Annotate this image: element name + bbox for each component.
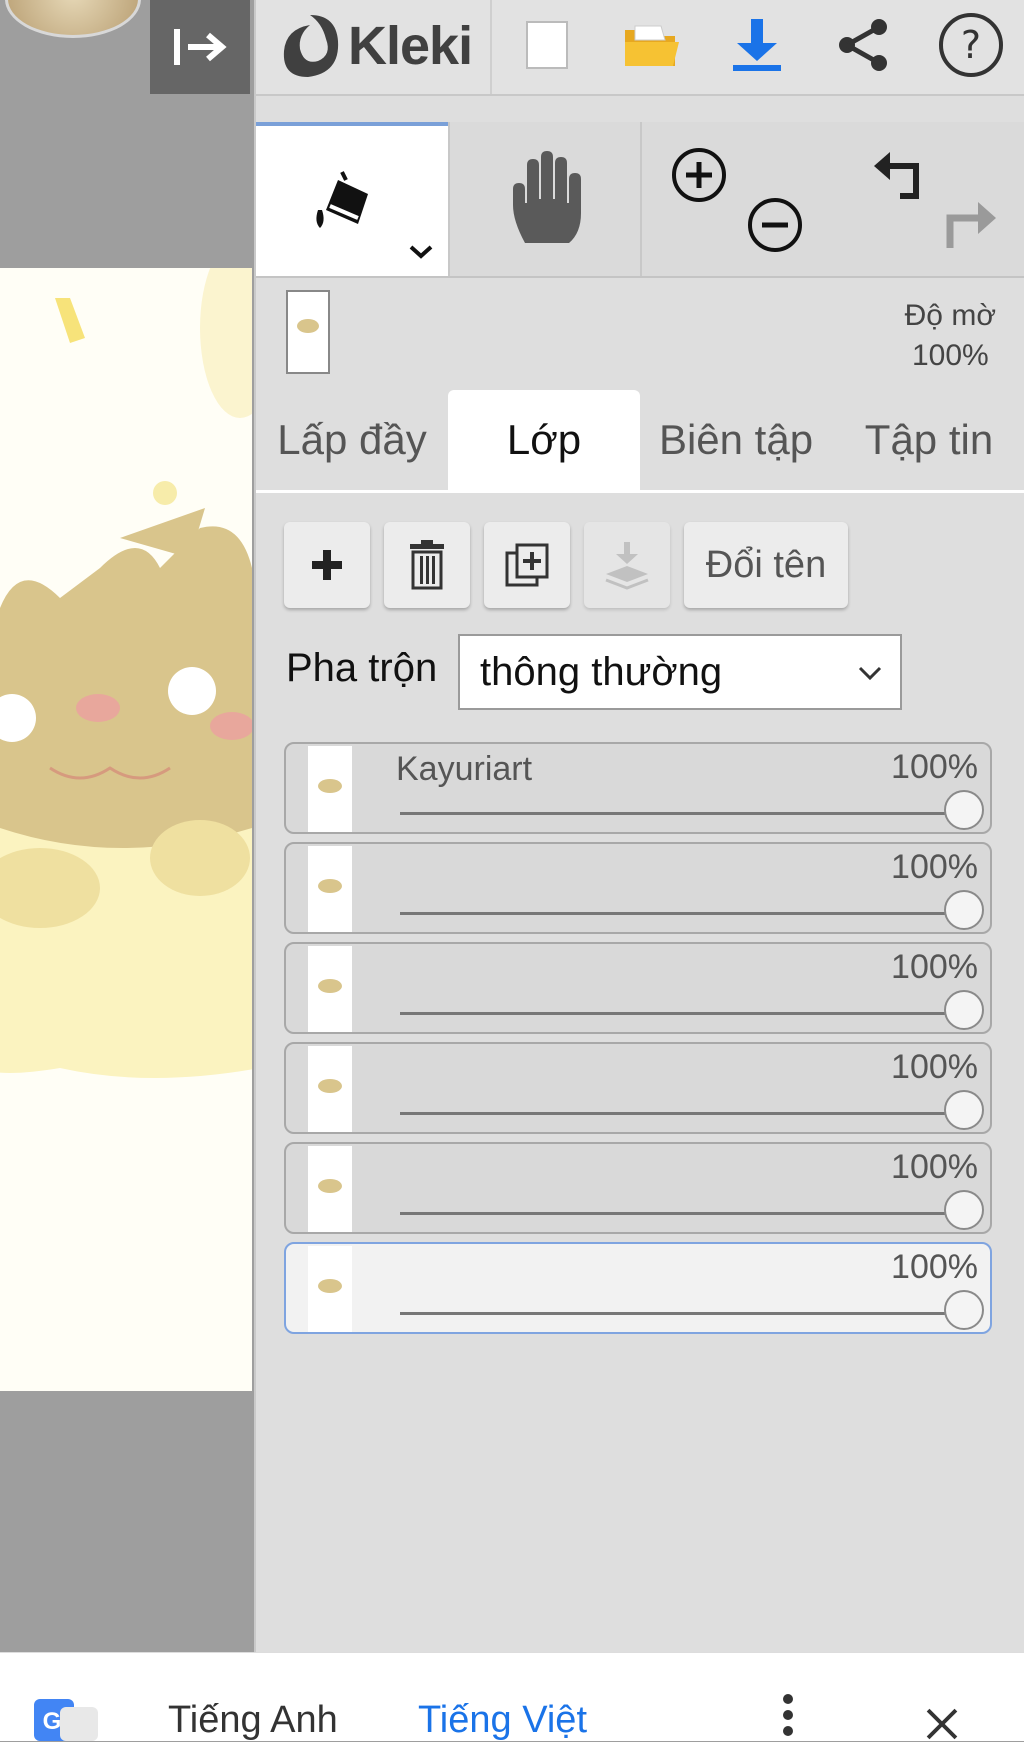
cat-artwork — [0, 268, 252, 1391]
layer-row[interactable]: 100% — [284, 1142, 992, 1234]
hand-icon — [513, 151, 581, 243]
opacity-value: 100% — [911, 339, 989, 372]
new-image-icon — [526, 21, 568, 69]
layer-row[interactable]: Kayuriart 100% — [284, 742, 992, 834]
layer-thumbnail — [308, 1046, 352, 1132]
source-language-tab[interactable]: Tiếng Anh — [168, 1699, 338, 1742]
app-logo[interactable]: Kleki — [278, 6, 473, 86]
layer-row[interactable]: 100% — [284, 942, 992, 1034]
layer-opacity-slider[interactable] — [400, 1312, 960, 1315]
collapse-icon — [174, 29, 227, 65]
layer-thumbnail — [308, 746, 352, 832]
layer-row[interactable]: 100% — [284, 842, 992, 934]
fill-tool-button[interactable] — [256, 122, 448, 276]
history-controls — [812, 122, 1024, 276]
layer-opacity-value: 100% — [891, 1148, 978, 1186]
help-icon: ? — [939, 13, 1003, 77]
slider-handle[interactable] — [944, 1290, 984, 1330]
translate-bar: G Tiếng Anh Tiếng Việt — [0, 1652, 1024, 1741]
layer-opacity-value: 100% — [891, 1048, 978, 1086]
app-title: Kleki — [348, 16, 473, 76]
open-file-button[interactable] — [616, 10, 686, 80]
layer-opacity-slider[interactable] — [400, 1012, 960, 1015]
layer-opacity-slider[interactable] — [400, 1212, 960, 1215]
kleki-logo-icon — [283, 15, 339, 77]
fill-bucket-icon — [316, 171, 368, 228]
share-button[interactable] — [828, 10, 898, 80]
zoom-controls — [642, 122, 812, 276]
zoom-in-icon[interactable] — [670, 146, 728, 204]
blend-mode-select[interactable]: thông thường — [458, 634, 902, 710]
close-icon[interactable] — [920, 1707, 964, 1741]
new-image-button[interactable] — [512, 10, 582, 80]
layer-opacity-value: 100% — [891, 948, 978, 986]
share-icon — [839, 19, 887, 71]
avatar — [5, 0, 141, 38]
toolbar-divider — [490, 0, 492, 94]
hand-tool-button[interactable] — [450, 122, 640, 276]
tab-layers[interactable]: Lớp — [448, 390, 640, 490]
opacity-label: Độ mờ — [904, 299, 996, 332]
cat-thumbnail — [297, 319, 319, 333]
layer-name: Kayuriart — [396, 750, 533, 788]
tab-fill[interactable]: Lấp đầy — [256, 390, 448, 490]
zoom-out-icon[interactable] — [746, 196, 804, 254]
trash-icon — [410, 540, 444, 590]
tab-edit[interactable]: Biên tập — [640, 390, 832, 490]
drawing-canvas[interactable] — [0, 268, 252, 1391]
panel-tabs: Lấp đầy Lớp Biên tập Tập tin — [256, 390, 1024, 493]
slider-handle[interactable] — [944, 890, 984, 930]
side-panel: Kleki ? Độ mờ 100% Lấp đầy Lớp Biên tập … — [254, 0, 1024, 1652]
tab-file[interactable]: Tập tin — [832, 390, 1024, 490]
current-layer-info: Độ mờ 100% — [256, 278, 1024, 390]
layer-opacity-value: 100% — [891, 748, 978, 786]
plus-icon — [312, 550, 342, 580]
target-language-tab[interactable]: Tiếng Việt — [418, 1699, 587, 1742]
layer-opacity-slider[interactable] — [400, 812, 960, 815]
layer-opacity-slider[interactable] — [400, 912, 960, 915]
blend-mode-label: Pha trộn — [286, 646, 438, 690]
collapse-panel-button[interactable] — [150, 0, 250, 94]
opacity-readout: Độ mờ 100% — [905, 296, 996, 376]
svg-text:?: ? — [961, 23, 981, 67]
help-button[interactable]: ? — [936, 10, 1006, 80]
current-layer-thumbnail — [286, 290, 330, 374]
download-button[interactable] — [722, 10, 792, 80]
layer-opacity-value: 100% — [891, 848, 978, 886]
chevron-down-icon — [858, 666, 882, 681]
download-icon — [733, 19, 781, 71]
google-translate-icon[interactable]: G — [34, 1699, 98, 1741]
layer-opacity-value: 100% — [891, 1248, 978, 1286]
slider-handle[interactable] — [944, 790, 984, 830]
duplicate-icon — [505, 543, 549, 587]
redo-icon[interactable] — [940, 194, 1000, 252]
open-folder-icon — [625, 25, 679, 66]
svg-text:G: G — [43, 1708, 62, 1735]
merge-down-icon — [605, 542, 649, 590]
slider-handle[interactable] — [944, 990, 984, 1030]
delete-layer-button[interactable] — [384, 522, 470, 608]
slider-handle[interactable] — [944, 1090, 984, 1130]
blend-mode-value: thông thường — [480, 649, 723, 694]
layer-thumbnail — [308, 1146, 352, 1232]
slider-handle[interactable] — [944, 1190, 984, 1230]
top-toolbar: Kleki ? — [256, 0, 1024, 96]
merge-down-button[interactable] — [584, 522, 670, 608]
add-layer-button[interactable] — [284, 522, 370, 608]
layer-row[interactable]: 100% — [284, 1242, 992, 1334]
layer-thumbnail — [308, 1246, 352, 1332]
layer-thumbnail — [308, 846, 352, 932]
layer-row[interactable]: 100% — [284, 1042, 992, 1134]
layer-thumbnail — [308, 946, 352, 1032]
canvas-area[interactable] — [0, 0, 254, 1652]
tool-row — [256, 122, 1024, 278]
layer-opacity-slider[interactable] — [400, 1112, 960, 1115]
chevron-down-icon[interactable] — [408, 244, 434, 260]
undo-icon[interactable] — [870, 144, 926, 202]
rename-layer-button[interactable]: Đổi tên — [684, 522, 848, 608]
more-options-icon[interactable] — [782, 1693, 794, 1741]
duplicate-layer-button[interactable] — [484, 522, 570, 608]
